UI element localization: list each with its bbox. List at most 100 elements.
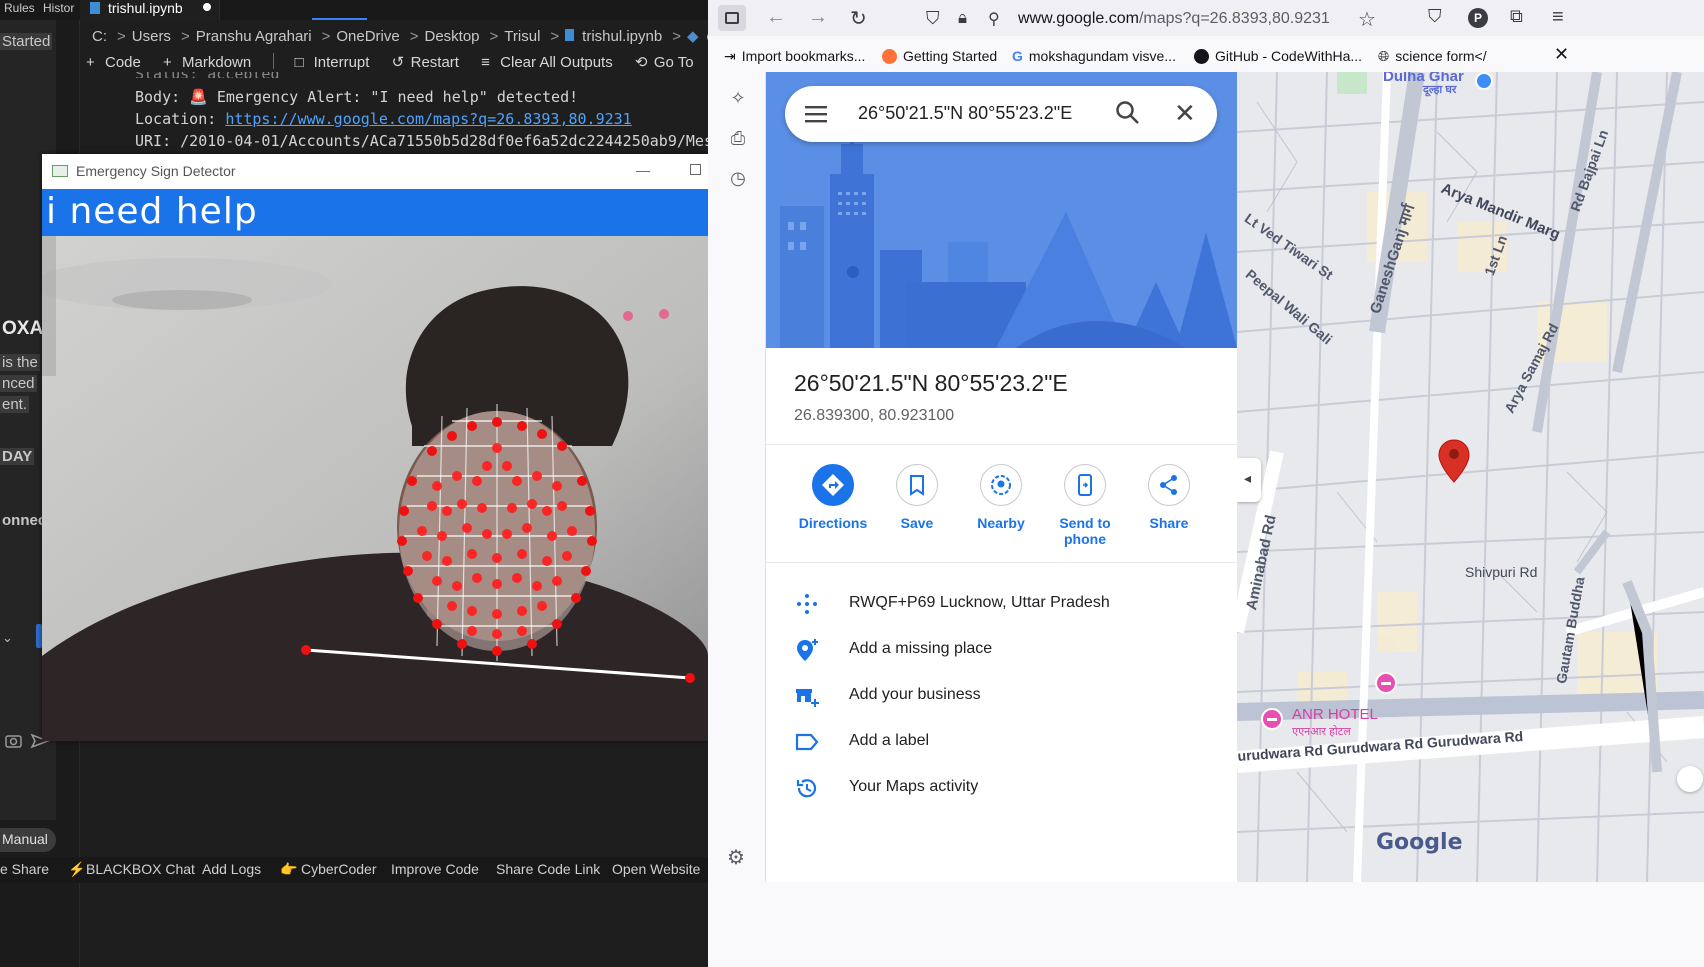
back-button[interactable]: ← xyxy=(766,6,786,29)
tab-trishul-notebook[interactable]: trishul.ipynb xyxy=(80,0,220,20)
directions-button[interactable]: Directions xyxy=(791,464,875,531)
permissions-icon[interactable]: ⚲ xyxy=(988,9,1000,29)
clear-outputs-button[interactable]: ≡ Clear All Outputs xyxy=(481,54,613,71)
bookmarks-bar: ⇥ Import bookmarks... Getting Started Gmo… xyxy=(708,40,1704,70)
share-button[interactable]: e Share xyxy=(0,861,49,877)
bookmark-mokshagundam[interactable]: Gmokshagundam visve... xyxy=(1012,48,1176,64)
minimize-button[interactable]: — xyxy=(636,162,650,178)
bookmark-github[interactable]: GitHub - CodeWithHa... xyxy=(1194,48,1362,64)
hotel-pin-icon[interactable]: ▬ xyxy=(1375,672,1397,694)
restart-button[interactable]: ↺ Restart xyxy=(392,53,459,71)
maps-search-input[interactable]: 26°50'21.5"N 80°55'23.2"E xyxy=(858,103,1072,124)
shield-icon[interactable]: ⛉ xyxy=(926,8,940,29)
lock-icon[interactable]: 🔒︎ xyxy=(958,8,967,28)
address-bar[interactable]: ⛉ 🔒︎ ⚲ www.google.com/maps?q=26.8393,80.… xyxy=(914,2,1386,36)
chevron-down-icon[interactable]: ⌄ xyxy=(2,630,13,646)
hotel-pin-icon[interactable]: ▬ xyxy=(1261,708,1283,730)
sidebar-icon xyxy=(725,12,739,24)
map-label-anr-hotel[interactable]: ANR HOTEL xyxy=(1292,706,1378,723)
breadcrumb-item[interactable]: OneDrive xyxy=(336,28,399,45)
share-code-link-button[interactable]: Share Code Link xyxy=(496,861,600,877)
detector-title-bar[interactable]: Emergency Sign Detector — xyxy=(42,154,708,188)
bookmark-import[interactable]: ⇥ Import bookmarks... xyxy=(724,48,865,65)
forward-button[interactable]: → xyxy=(808,6,828,29)
github-icon xyxy=(1194,49,1209,64)
bookmark-star-icon[interactable]: ☆ xyxy=(1358,7,1376,32)
unsaved-dot-icon xyxy=(203,3,211,11)
collapse-panel-button[interactable]: ◂ xyxy=(1237,458,1261,502)
add-label-row[interactable]: Add a label xyxy=(766,721,1237,761)
search-icon[interactable] xyxy=(1115,100,1141,126)
menu-rules[interactable]: Rules xyxy=(4,1,35,15)
open-website-button[interactable]: Open Website xyxy=(612,861,700,877)
ai-sparkle-icon[interactable]: ✧ xyxy=(727,88,749,110)
add-code-button[interactable]: + Code xyxy=(86,54,141,71)
share-icon xyxy=(1148,464,1190,506)
manual-toggle[interactable]: Manual xyxy=(0,828,56,852)
add-missing-place-row[interactable]: Add a missing place xyxy=(766,629,1237,669)
location-pin-icon[interactable] xyxy=(1437,438,1471,484)
maps-search-box[interactable]: 26°50'21.5"N 80°55'23.2"E ✕ xyxy=(785,86,1217,142)
map-label-shivpuri: Shivpuri Rd xyxy=(1465,564,1538,580)
breadcrumb-item[interactable]: C: xyxy=(92,28,107,45)
go-to-icon: ⟲ xyxy=(634,54,648,71)
add-business-text: Add your business xyxy=(849,686,981,703)
alarm-icon: 🚨 xyxy=(189,88,208,106)
maximize-button[interactable] xyxy=(690,164,701,175)
send-to-phone-button[interactable]: Send to phone xyxy=(1043,464,1127,547)
extension-bar: e Share ⚡ BLACKBOX Chat Add Logs 👉 Cyber… xyxy=(0,857,708,883)
firefox-window: ← → ↻ ⛉ 🔒︎ ⚲ www.google.com/maps?q=26.83… xyxy=(708,0,1704,967)
history-icon[interactable]: ◷ xyxy=(727,168,749,190)
clear-search-icon[interactable]: ✕ xyxy=(1174,98,1196,129)
shopping-pin-icon[interactable] xyxy=(1475,72,1493,90)
add-markdown-button[interactable]: + Markdown xyxy=(163,54,251,71)
add-business-row[interactable]: Add your business xyxy=(766,675,1237,715)
google-logo: Google xyxy=(1376,830,1463,855)
synced-tabs-icon[interactable]: ⎙ xyxy=(727,128,749,150)
breadcrumb-item[interactable]: Trisul xyxy=(504,28,540,45)
save-button[interactable]: Save xyxy=(875,464,959,531)
breadcrumb-item[interactable]: Pranshu Agrahari xyxy=(196,28,312,45)
breadcrumb-item[interactable]: trishul.ipynb xyxy=(582,28,662,45)
menu-history[interactable]: Histor xyxy=(43,1,74,15)
place-title: 26°50'21.5"N 80°55'23.2"E xyxy=(794,370,1068,396)
reload-button[interactable]: ↻ xyxy=(850,6,867,31)
vscode-top-bar: Rules Histor trishul.ipynb xyxy=(0,0,708,20)
tab-label: trishul.ipynb xyxy=(108,0,183,16)
sidebar-toggle-button[interactable] xyxy=(718,5,746,31)
layers-button[interactable] xyxy=(1677,766,1703,792)
firefox-icon xyxy=(882,49,897,64)
notebook-icon xyxy=(90,2,100,14)
panel-fragment-connect: onnec xyxy=(2,512,47,529)
add-logs-button[interactable]: Add Logs xyxy=(202,861,261,877)
share-button[interactable]: Share xyxy=(1127,464,1211,531)
bookmark-getting-started[interactable]: Getting Started xyxy=(882,48,997,64)
location-link[interactable]: https://www.google.com/maps?q=26.8393,80… xyxy=(225,110,631,128)
url-text[interactable]: www.google.com/maps?q=26.8393,80.9231 xyxy=(1018,10,1330,28)
cybercoder-button[interactable]: CyberCoder xyxy=(301,861,376,877)
improve-code-button[interactable]: Improve Code xyxy=(391,861,479,877)
history-icon xyxy=(796,779,817,798)
map-canvas[interactable]: Dulha Ghar दूल्हा घर Lt Ved Tiwari St Pe… xyxy=(1237,72,1704,882)
menu-icon[interactable]: ≡ xyxy=(1552,6,1564,29)
breadcrumb-item[interactable]: Users xyxy=(132,28,171,45)
account-avatar[interactable]: P xyxy=(1468,8,1488,28)
stop-icon: □ xyxy=(294,54,304,71)
plus-code-row[interactable]: RWQF+P69 Lucknow, Uttar Pradesh xyxy=(766,583,1237,623)
extensions-icon[interactable]: ⧉ xyxy=(1510,6,1523,27)
store-icon xyxy=(796,689,819,707)
breadcrumb-item[interactable]: Desktop xyxy=(425,28,480,45)
maps-activity-row[interactable]: Your Maps activity xyxy=(766,767,1237,807)
go-to-button[interactable]: ⟲ Go To xyxy=(635,53,694,71)
divider xyxy=(766,562,1237,563)
divider xyxy=(766,444,1237,445)
interrupt-button[interactable]: □ Interrupt xyxy=(295,54,370,71)
close-icon[interactable]: ✕ xyxy=(1554,44,1569,65)
nearby-button[interactable]: Nearby xyxy=(959,464,1043,531)
gear-icon[interactable]: ⚙ xyxy=(727,845,745,870)
bookmark-science-form[interactable]: 🌐︎ science form</ xyxy=(1378,48,1487,65)
hamburger-menu-icon[interactable] xyxy=(805,105,829,123)
pocket-icon[interactable]: ⛉ xyxy=(1428,6,1442,27)
maps-activity-text: Your Maps activity xyxy=(849,778,979,795)
blackbox-chat-button[interactable]: BLACKBOX Chat xyxy=(86,861,195,877)
